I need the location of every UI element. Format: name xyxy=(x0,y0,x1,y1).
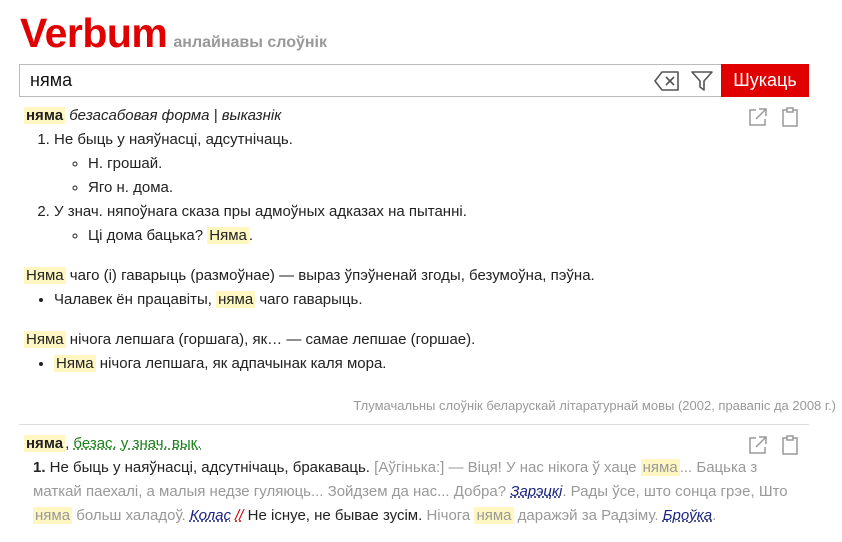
headword: няма xyxy=(24,435,66,452)
grammar-label[interactable]: у знач. вык. xyxy=(121,435,201,452)
grammar-label: безасабовая форма | выказнік xyxy=(69,107,282,124)
author-link[interactable]: Броўка xyxy=(663,507,712,524)
divider xyxy=(19,424,809,425)
highlight: Няма xyxy=(24,267,66,284)
phrase: Няма нічога лепшага (горшага), як… — сам… xyxy=(24,328,809,352)
search-input[interactable] xyxy=(20,65,660,96)
headword: няма xyxy=(24,107,66,124)
example-text: нічога лепшага, як адпачынак каля мора. xyxy=(95,355,387,372)
clear-icon[interactable] xyxy=(654,69,680,93)
sense-item: Не быць у наяўнасці, адсутнічаць. Н. гро… xyxy=(54,128,809,200)
copy-icon[interactable] xyxy=(779,106,801,128)
example-list: Ці дома бацька? Няма. xyxy=(54,224,809,248)
example-item: Н. грошай. xyxy=(88,152,809,176)
example-text: Чалавек ён працавіты, xyxy=(54,291,217,308)
sense-text: У знач. няпоўнага сказа пры адмоўных адк… xyxy=(54,203,467,220)
example-list: Н. грошай. Яго н. дома. xyxy=(54,152,809,200)
example-item: Няма нічога лепшага, як адпачынак каля м… xyxy=(54,352,809,376)
example-item: Ці дома бацька? Няма. xyxy=(88,224,809,248)
example-list: Чалавек ён працавіты, няма чаго гаварыць… xyxy=(24,288,809,312)
phrase-text: чаго (і) гаварыць (размоўнае) — выраз ўп… xyxy=(65,267,595,284)
open-external-icon[interactable] xyxy=(747,434,769,456)
phrase-text: нічога лепшага (горшага), як… — самае ле… xyxy=(65,331,476,348)
sense-list: Не быць у наяўнасці, адсутнічаць. Н. гро… xyxy=(24,128,809,248)
quote-text: . xyxy=(712,507,717,524)
quote-text: [Аўгінька:] — Віця! У нас нікога ў хаце xyxy=(374,459,641,476)
entry-heading: няма безасабовая форма | выказнік xyxy=(24,104,809,128)
site-logo[interactable]: Verbum xyxy=(20,8,168,58)
sense-number: 1. xyxy=(33,459,46,476)
example-text: Ці дома бацька? xyxy=(88,227,208,244)
search-button[interactable]: Шукаць xyxy=(721,64,809,97)
author-link[interactable]: Зарэцкі xyxy=(510,483,562,500)
open-external-icon[interactable] xyxy=(747,106,769,128)
author-link[interactable]: Колас xyxy=(190,507,231,524)
filter-icon[interactable] xyxy=(690,69,714,93)
sense-item: У знач. няпоўнага сказа пры адмоўных адк… xyxy=(54,200,809,248)
highlight: няма xyxy=(216,291,256,308)
entry-tools xyxy=(747,434,801,456)
highlight: Няма xyxy=(24,331,66,348)
dictionary-source[interactable]: Тлумачальны слоўнік беларускай літаратур… xyxy=(353,398,836,413)
entry-tools xyxy=(747,106,801,128)
quote-text: . Рады ўсе, што сонца грэе, Што xyxy=(562,483,788,500)
sense-text: Не быць у наяўнасці, адсутнічаць. xyxy=(54,131,293,148)
dictionary-entry: няма, безас. у знач. вык. 1. Не быць у н… xyxy=(24,432,809,528)
phrase: Няма чаго (і) гаварыць (размоўнае) — выр… xyxy=(24,264,809,288)
highlight: Няма xyxy=(54,355,96,372)
site-tagline: анлайнавы слоўнік xyxy=(173,34,327,51)
highlight: няма xyxy=(640,459,680,476)
example-item: Яго н. дома. xyxy=(88,176,809,200)
example-item: Чалавек ён працавіты, няма чаго гаварыць… xyxy=(54,288,809,312)
example-list: Няма нічога лепшага, як адпачынак каля м… xyxy=(24,352,809,376)
quote-text: больш халадоў. xyxy=(72,507,190,524)
definition-text: Не існуе, не бывае зусім. xyxy=(243,507,427,524)
definition-paragraph: 1. Не быць у наяўнасці, адсутнічаць, бра… xyxy=(24,456,793,528)
copy-icon[interactable] xyxy=(779,434,801,456)
highlight: Няма xyxy=(207,227,249,244)
definition-text: Не быць у наяўнасці, адсутнічаць, бракав… xyxy=(45,459,375,476)
entry-heading: няма, безас. у знач. вык. xyxy=(24,432,809,456)
grammar-label[interactable]: безас. xyxy=(73,435,116,452)
highlight: няма xyxy=(33,507,73,524)
quote-text: Нічога xyxy=(426,507,475,524)
site-header: Verbum анлайнавы слоўнік xyxy=(20,8,327,58)
highlight: няма xyxy=(474,507,514,524)
quote-text: даражэй за Радзіму. xyxy=(513,507,663,524)
dictionary-entry: няма безасабовая форма | выказнік Не быц… xyxy=(24,104,809,376)
search-box xyxy=(19,64,721,97)
example-text: чаго гаварыць. xyxy=(255,291,363,308)
example-text: . xyxy=(248,227,254,244)
